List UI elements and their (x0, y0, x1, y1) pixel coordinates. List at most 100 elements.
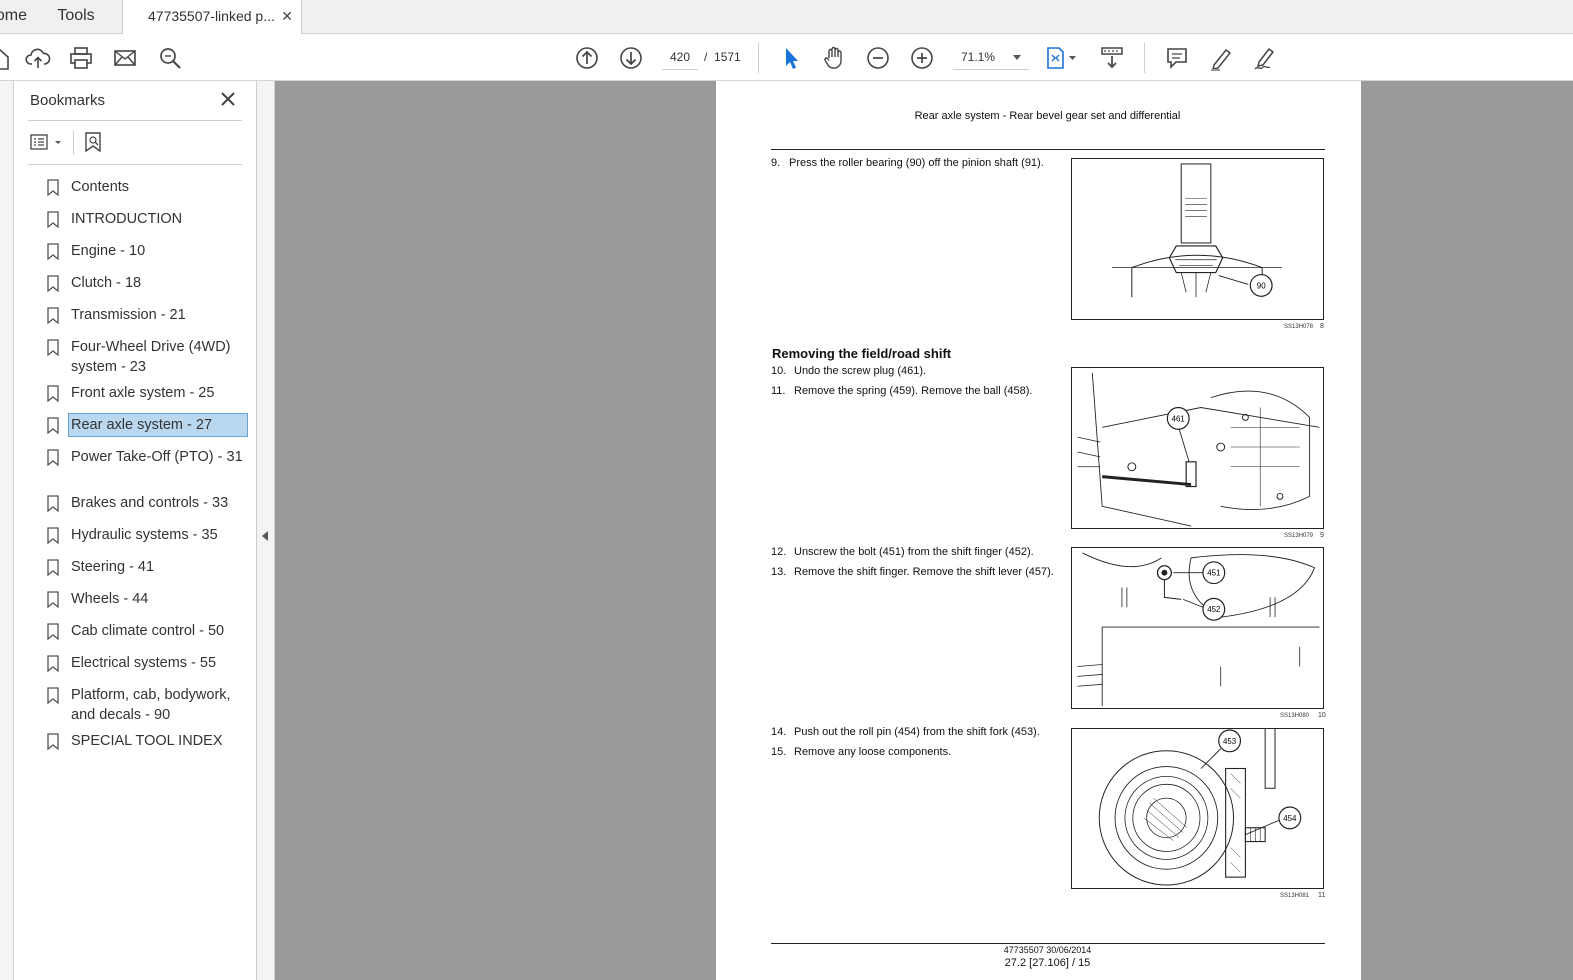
bookmark-item[interactable]: Transmission - 21 (44, 304, 254, 325)
bookmark-item[interactable]: Platform, cab, bodywork, and decals - 90 (44, 684, 254, 724)
tab-bar: Home Tools 47735507-linked p... ✕ (0, 0, 1573, 35)
footer-page-ref: 27.2 [27.106] / 15 (1004, 957, 1091, 969)
page-header: Rear axle system - Rear bevel gear set a… (914, 110, 1181, 122)
zoom-in-icon[interactable] (909, 45, 935, 71)
bookmark-item[interactable]: Cab climate control - 50 (44, 620, 254, 641)
arrow-up-icon[interactable] (574, 45, 600, 71)
zoom-dropdown[interactable]: 71.1% (953, 45, 1029, 70)
bookmark-item[interactable]: Rear axle system - 27 (44, 413, 254, 437)
bookmark-icon (47, 243, 59, 261)
bookmark-item[interactable]: Contents (44, 176, 254, 197)
toolbar: / 1571 71.1% (0, 34, 1573, 81)
scroll-mode-icon[interactable] (1099, 45, 1125, 71)
divider (28, 120, 242, 121)
bookmark-item[interactable]: SPECIAL TOOL INDEX (44, 730, 254, 751)
close-icon[interactable] (218, 89, 238, 109)
step-text: Push out the roll pin (454) from the shi… (794, 726, 1040, 738)
step-text: Remove the spring (459). Remove the ball… (794, 385, 1033, 397)
bookmark-item[interactable]: Steering - 41 (44, 556, 254, 577)
home-icon[interactable] (0, 45, 12, 71)
bookmark-item[interactable]: INTRODUCTION (44, 208, 254, 229)
document-viewport[interactable]: Rear axle system - Rear bevel gear set a… (275, 81, 1573, 980)
page-total: / 1571 (704, 50, 741, 64)
toolbar-separator (1144, 43, 1145, 73)
bookmark-item[interactable]: Power Take-Off (PTO) - 31 (44, 446, 254, 486)
bookmark-label: Wheels - 44 (71, 591, 149, 607)
figure-11: 453 454 (1071, 728, 1324, 889)
divider (73, 131, 74, 155)
bookmark-label: Steering - 41 (71, 559, 155, 575)
bookmark-item[interactable]: Engine - 10 (44, 240, 254, 261)
bookmark-label: Brakes and controls - 33 (71, 495, 229, 511)
select-cursor-icon[interactable] (778, 45, 804, 71)
bookmark-label: Four-Wheel Drive (4WD) system - 23 (71, 339, 231, 375)
bookmark-label: Rear axle system - 27 (68, 413, 248, 437)
print-icon[interactable] (68, 45, 94, 71)
figure-10: 451 452 (1071, 547, 1324, 709)
bookmark-icon (47, 527, 59, 545)
tab-document[interactable]: 47735507-linked p... ✕ (123, 0, 302, 35)
bookmark-icon (47, 449, 59, 467)
footer-rule (771, 943, 1325, 944)
bookmark-item[interactable]: Front axle system - 25 (44, 382, 254, 403)
figure-8-drawing: 90 (1112, 163, 1282, 298)
tab-home[interactable]: Home (0, 0, 30, 34)
bookmark-options-button[interactable] (30, 133, 66, 153)
total-pages: 1571 (714, 50, 741, 64)
sign-icon[interactable] (1252, 45, 1278, 71)
divider (28, 164, 242, 165)
hand-icon[interactable] (821, 45, 847, 71)
bookmark-label: Contents (71, 179, 130, 195)
page-number-input[interactable] (662, 45, 698, 70)
figure-ref: SS13H079 (1284, 533, 1314, 539)
bookmark-item[interactable]: Hydraulic systems - 35 (44, 524, 254, 545)
arrow-down-icon[interactable] (618, 45, 644, 71)
bookmark-icon (47, 179, 59, 197)
collapse-panel-handle[interactable] (257, 81, 275, 980)
bookmark-item[interactable]: Electrical systems - 55 (44, 652, 254, 673)
figure-number: 11 (1318, 892, 1326, 899)
highlight-pen-icon[interactable] (1208, 45, 1234, 71)
tab-document-label: 47735507-linked p... (148, 8, 275, 24)
comment-icon[interactable] (1164, 45, 1190, 71)
tab-tools[interactable]: Tools (30, 0, 123, 34)
bookmarks-panel: Bookmarks Contents INTRODUCTION Engine - 1… (14, 81, 257, 980)
find-bookmark-icon[interactable] (82, 131, 106, 155)
callout-454: 454 (1283, 814, 1297, 823)
step-number: 13. (771, 566, 787, 578)
figure-ref: SS13H081 (1280, 893, 1310, 899)
step-number: 9. (771, 157, 781, 169)
bookmark-icon (47, 495, 59, 513)
bookmark-icon (47, 339, 59, 357)
close-tab-icon[interactable]: ✕ (281, 0, 293, 32)
figure-number: 8 (1320, 323, 1324, 330)
callout-453: 453 (1223, 737, 1237, 746)
bookmark-item[interactable]: Four-Wheel Drive (4WD) system - 23 (44, 336, 254, 376)
zoom-search-icon[interactable] (157, 45, 183, 71)
figure-9: 461 (1071, 367, 1324, 529)
bookmark-icon (47, 623, 59, 641)
email-icon[interactable] (112, 45, 138, 71)
step-text: Remove the shift finger. Remove the shif… (794, 566, 1054, 578)
bookmark-item[interactable]: Wheels - 44 (44, 588, 254, 609)
bookmark-icon (47, 211, 59, 229)
bookmark-label: Platform, cab, bodywork, and decals - 90 (71, 687, 231, 723)
bookmark-icon (47, 385, 59, 403)
figure-ref: SS13H078 (1284, 324, 1314, 330)
zoom-value: 71.1% (961, 50, 996, 64)
header-rule (771, 149, 1325, 150)
figure-9-drawing: 461 (1077, 372, 1320, 527)
bookmark-icon (47, 733, 59, 751)
footer-doc-id: 47735507 30/06/2014 (1003, 945, 1092, 955)
bookmark-label: INTRODUCTION (71, 211, 183, 227)
fit-page-icon[interactable] (1044, 45, 1080, 71)
bookmark-label: Transmission - 21 (71, 307, 186, 323)
bookmark-item[interactable]: Clutch - 18 (44, 272, 254, 293)
bookmark-label: Front axle system - 25 (71, 385, 215, 401)
step-number: 11. (771, 385, 786, 397)
upload-icon[interactable] (25, 45, 51, 71)
bookmark-item[interactable]: Brakes and controls - 33 (44, 492, 254, 513)
bookmark-label: Hydraulic systems - 35 (71, 527, 218, 543)
callout-90: 90 (1257, 281, 1266, 290)
zoom-out-icon[interactable] (865, 45, 891, 71)
